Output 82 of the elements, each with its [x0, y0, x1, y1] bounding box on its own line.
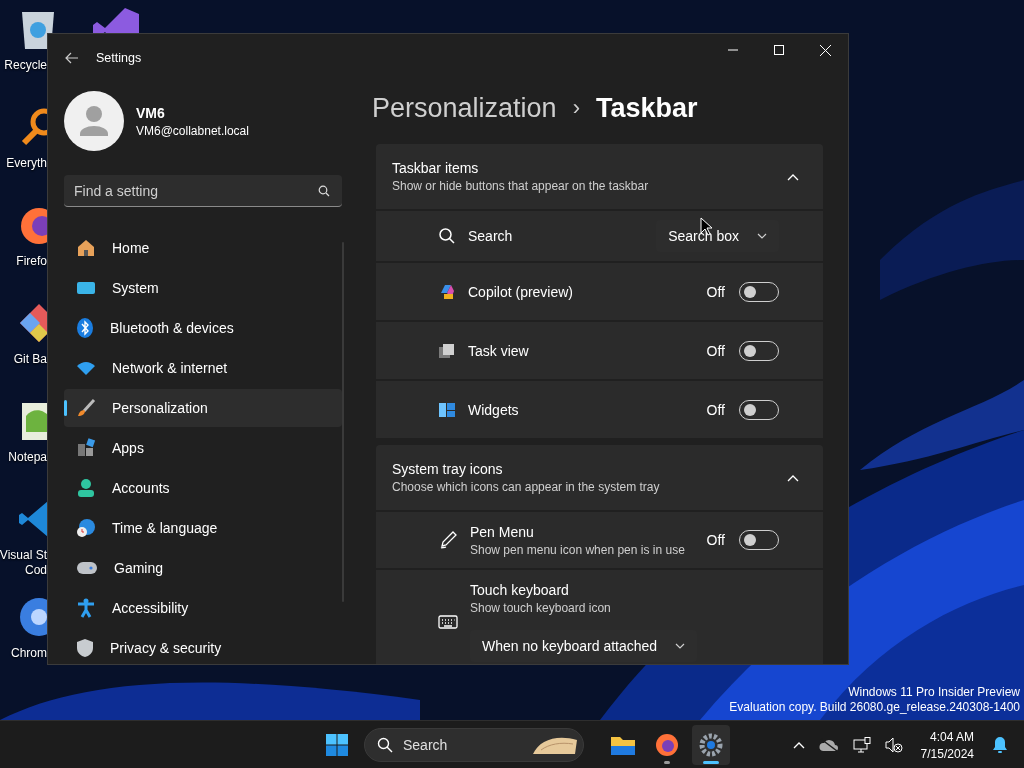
monitor-icon	[76, 280, 96, 296]
desktop-icon-label[interactable]: Everyth	[6, 156, 47, 171]
sidebar-item[interactable]: Privacy & security	[64, 629, 342, 664]
four-squares-icon	[325, 733, 349, 757]
sidebar-item[interactable]: Home	[64, 229, 342, 267]
section-subtitle: Choose which icons can appear in the system tray	[392, 480, 661, 494]
search-field[interactable]: Find a setting	[64, 175, 342, 207]
maximize-icon	[774, 45, 784, 55]
sidebar-item[interactable]: Bluetooth & devices	[64, 309, 342, 347]
watermark-text: Evaluation copy. Build 26080.ge_release.240308-1400	[729, 700, 1020, 714]
setting-label: Task view	[468, 342, 530, 359]
section-header[interactable]: System tray icons Choose which icons can appear in the system tray	[376, 445, 823, 510]
brush-icon	[76, 398, 96, 418]
clock[interactable]: 4:04 AM 7/15/2024	[914, 729, 980, 761]
desktop-icon-label[interactable]: Visual St Cod	[0, 548, 47, 578]
user-name: VM6	[136, 104, 166, 121]
accessibility-icon	[76, 598, 96, 618]
chevron-up-icon	[787, 473, 799, 482]
desktop-icon-label[interactable]: Chrom	[11, 646, 47, 661]
chevron-up-icon	[792, 741, 805, 749]
taskbar-app-button[interactable]	[692, 725, 730, 765]
desktop-icon-label[interactable]: Notepa	[8, 450, 47, 465]
setting-description: Show touch keyboard icon	[470, 601, 612, 615]
chevron-down-icon	[757, 233, 767, 239]
copilot-icon	[438, 282, 456, 301]
setting-description: Show pen menu icon when pen is in use	[470, 542, 686, 557]
fox-globe-icon	[655, 733, 679, 757]
setting-label: Copilot (preview)	[468, 283, 575, 300]
sidebar-item[interactable]: Accounts	[64, 469, 342, 507]
shield-icon	[76, 638, 94, 658]
chevron-down-icon	[675, 643, 686, 649]
setting-label: Pen Menu	[470, 523, 535, 540]
page-title: Taskbar	[595, 92, 698, 124]
toggle-state: Off	[706, 283, 725, 300]
sidebar-item[interactable]: Apps	[64, 429, 342, 467]
setting-label: Widgets	[468, 401, 520, 418]
search-icon	[377, 737, 393, 753]
breadcrumb-link[interactable]: Personalization	[372, 92, 557, 124]
gear-icon	[699, 733, 723, 757]
toggle-state: Off	[706, 532, 725, 548]
avatar[interactable]	[64, 91, 124, 151]
user-email: VM6@collabnet.local	[136, 123, 249, 138]
folder-icon	[610, 734, 636, 756]
pen-icon	[438, 530, 458, 550]
setting-label: Touch keyboard	[470, 582, 570, 598]
chevron-up-icon	[787, 172, 799, 181]
section-title: Taskbar items	[392, 160, 480, 176]
person-icon	[76, 478, 96, 498]
toggle-state: Off	[706, 401, 725, 418]
task-view-icon	[438, 341, 456, 360]
close-icon	[819, 44, 831, 56]
search-icon	[318, 185, 330, 197]
taskbar-search[interactable]: Search	[364, 728, 584, 762]
sidebar-item[interactable]: System	[64, 269, 342, 307]
sidebar-item[interactable]: Accessibility	[64, 589, 342, 627]
apps-icon	[76, 438, 96, 458]
search-icon	[438, 227, 456, 245]
toggle-state: Off	[706, 342, 725, 359]
gamepad-icon	[76, 560, 98, 576]
section-title: System tray icons	[392, 461, 504, 477]
back-arrow-icon	[64, 50, 80, 66]
widgets-icon	[438, 400, 456, 419]
globe-clock-icon	[76, 518, 96, 538]
code-editor-icon[interactable]	[93, 8, 141, 33]
watermark-text: Windows 11 Pro Insider Preview	[848, 685, 1020, 699]
section-subtitle: Show or hide buttons that appear on the taskbar	[392, 179, 650, 193]
back-button[interactable]	[64, 50, 80, 66]
section-header[interactable]: Taskbar items Show or hide buttons that appear on the taskbar	[376, 144, 823, 209]
sidebar-item[interactable]: Gaming	[64, 549, 342, 587]
sidebar-item[interactable]: Personalization	[64, 389, 342, 427]
breadcrumb-separator: ›	[572, 95, 580, 121]
window-title: Settings	[96, 51, 142, 65]
desktop-icon-label[interactable]: Firefo	[16, 254, 47, 269]
sidebar-item[interactable]: Network & internet	[64, 349, 342, 387]
keyboard-icon	[438, 615, 458, 629]
desktop-icon-label[interactable]: Git Ba	[13, 352, 47, 367]
setting-label: Search	[468, 228, 514, 244]
sidebar-item[interactable]: Time & language	[64, 509, 342, 547]
home-icon	[76, 238, 96, 258]
desktop-icon-label[interactable]: Recycle	[4, 58, 47, 73]
bluetooth-icon	[76, 318, 94, 338]
wifi-icon	[76, 360, 96, 376]
